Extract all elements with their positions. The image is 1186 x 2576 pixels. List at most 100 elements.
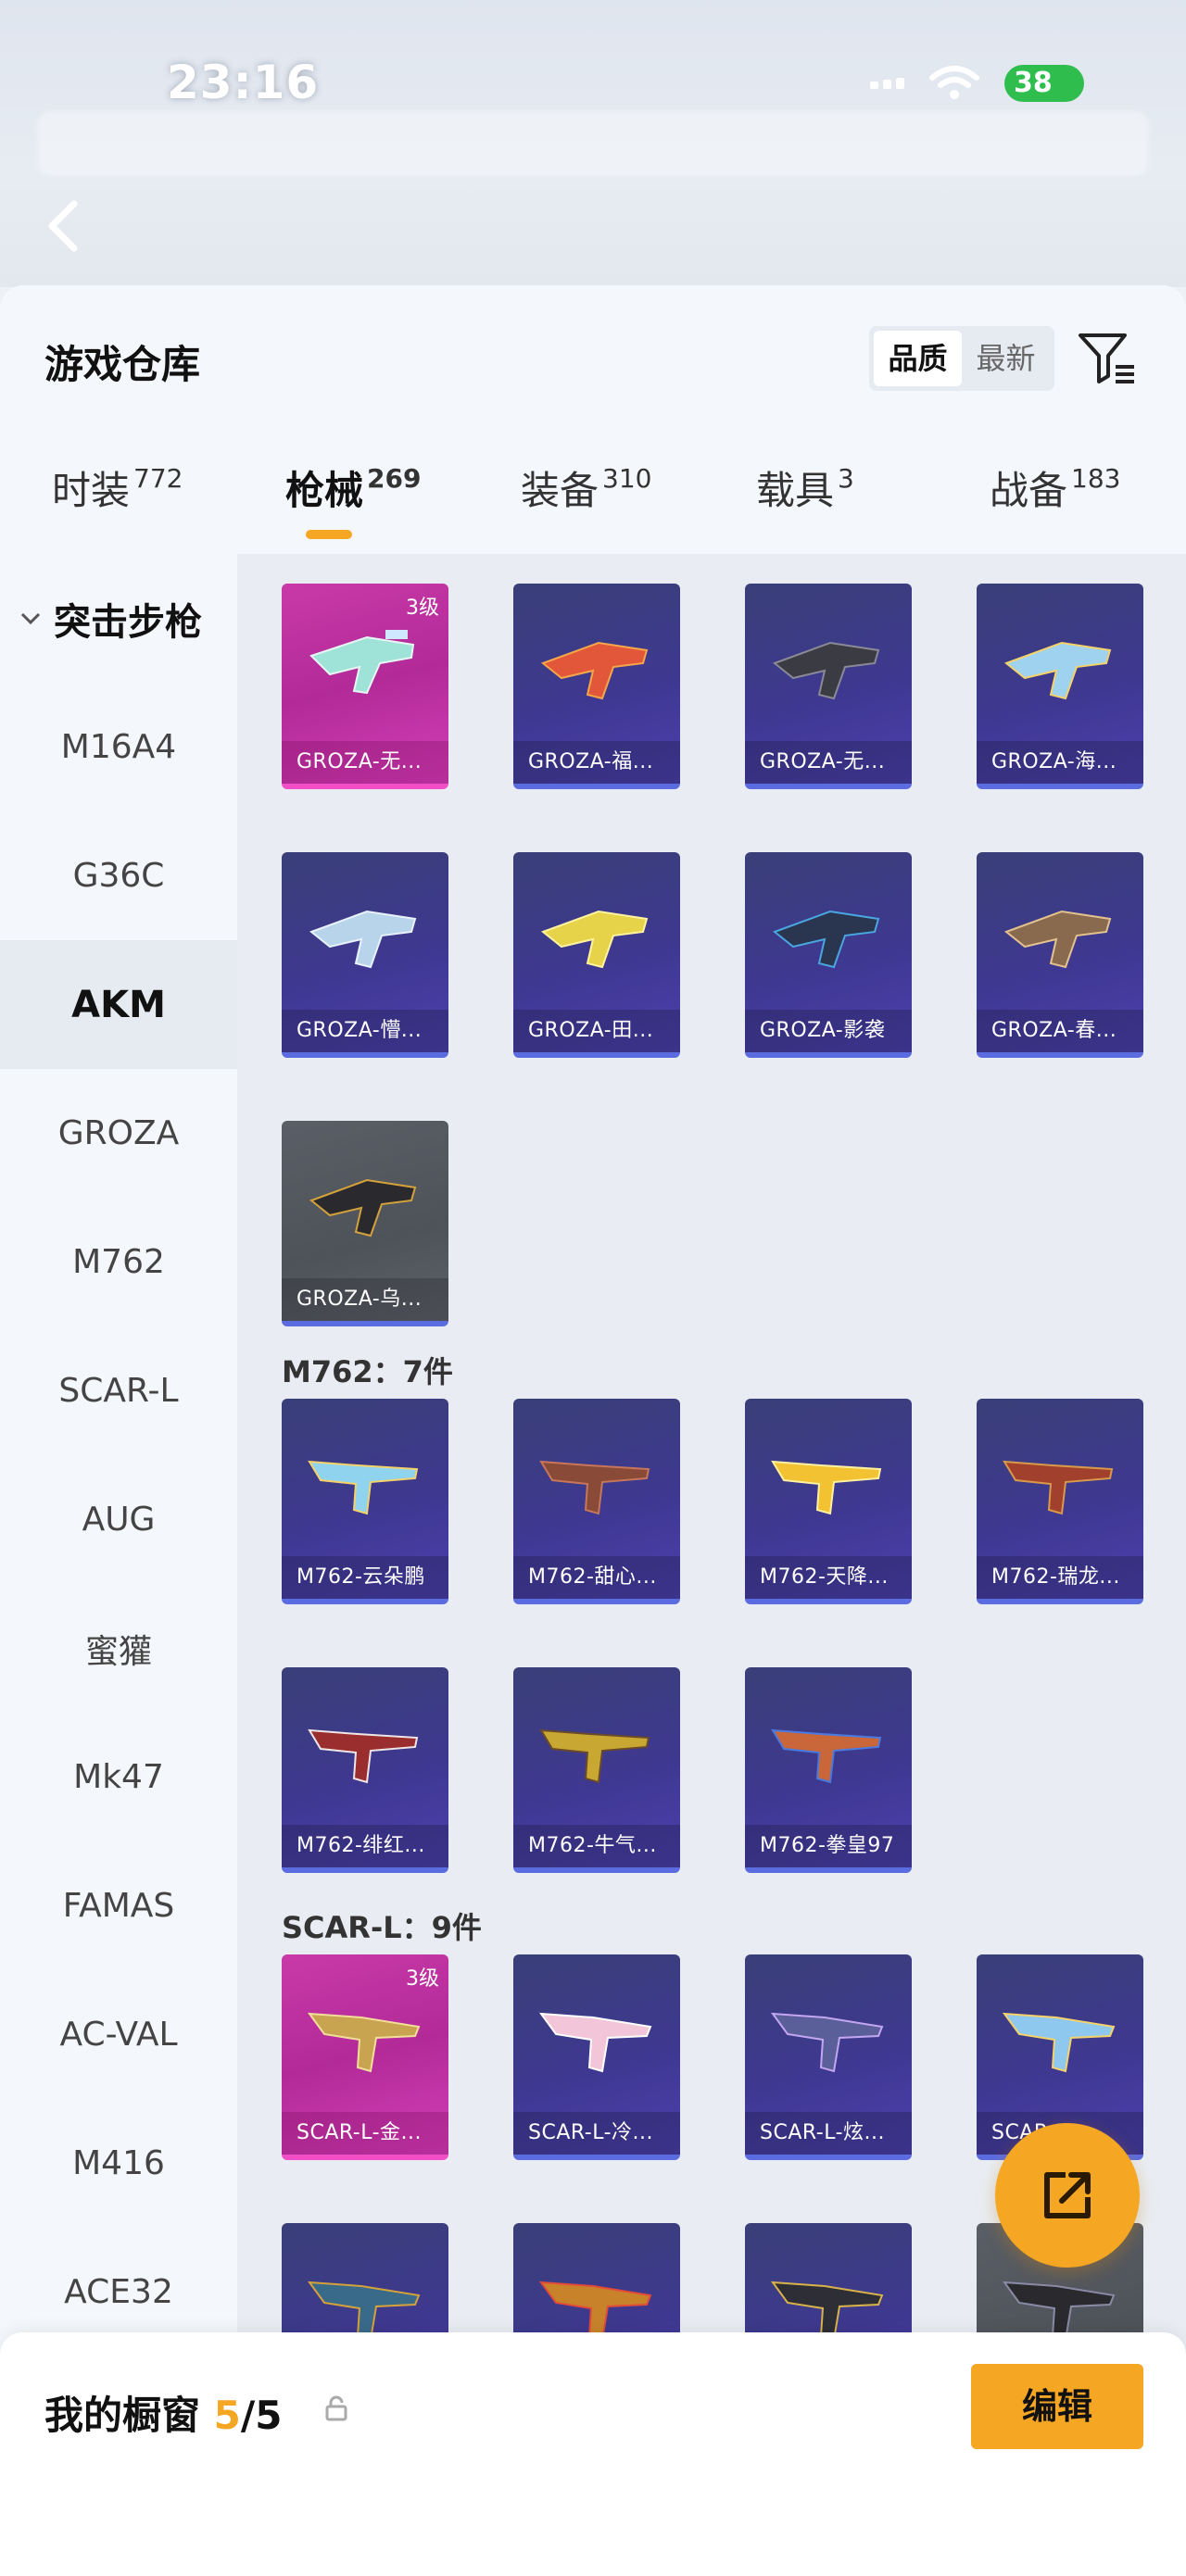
skin-name: M762-绯红... bbox=[282, 1825, 448, 1867]
skin-name: M762-拳皇97 bbox=[745, 1825, 912, 1867]
sheet-header: 游戏仓库 品质 最新 时装 772 枪械 269 装备 310 载具 3 战备 … bbox=[0, 285, 1186, 563]
skin-card[interactable]: GROZA-无... bbox=[745, 584, 912, 789]
tab-supplies[interactable]: 战备 183 bbox=[990, 459, 1120, 543]
status-area: 23:16 38 bbox=[0, 0, 1186, 287]
skin-card[interactable]: GROZA-春... bbox=[977, 852, 1143, 1058]
sidebar-item-honey-badger[interactable]: 蜜獾 bbox=[0, 1584, 237, 1713]
blurred-header-row bbox=[37, 111, 1149, 176]
showcase-title: 我的橱窗 bbox=[44, 2393, 201, 2438]
lock-icon bbox=[325, 2395, 347, 2421]
skin-card[interactable]: M762-牛气... bbox=[513, 1667, 680, 1873]
sidebar-item-aug[interactable]: AUG bbox=[0, 1455, 237, 1584]
skin-name: GROZA-田... bbox=[513, 1010, 680, 1052]
skin-card[interactable]: M762-绯红... bbox=[282, 1667, 448, 1873]
sidebar-item-famas[interactable]: FAMAS bbox=[0, 1841, 237, 1970]
status-icons: 38 bbox=[870, 65, 1084, 102]
skin-name: M762-瑞龙... bbox=[977, 1556, 1143, 1599]
skin-card[interactable]: M762-甜心... bbox=[513, 1399, 680, 1604]
sidebar-item-m416[interactable]: M416 bbox=[0, 2099, 237, 2228]
sidebar-item-m762[interactable]: M762 bbox=[0, 1198, 237, 1326]
tab-fashion[interactable]: 时装 772 bbox=[52, 459, 183, 543]
signal-icon bbox=[870, 78, 904, 89]
skin-name: GROZA-无... bbox=[282, 741, 448, 784]
sidebar-item-ac-val[interactable]: AC-VAL bbox=[0, 1970, 237, 2099]
sort-by-newest[interactable]: 最新 bbox=[962, 331, 1050, 386]
active-tab-indicator bbox=[306, 530, 352, 539]
gun-skin-icon bbox=[308, 1728, 419, 1784]
wifi-icon bbox=[929, 66, 979, 99]
edit-button[interactable]: 编辑 bbox=[971, 2364, 1143, 2449]
skin-name: GROZA-无... bbox=[745, 741, 912, 784]
skin-name: GROZA-懵... bbox=[282, 1010, 448, 1052]
page-title: 游戏仓库 bbox=[44, 342, 201, 387]
tab-vehicles[interactable]: 载具 3 bbox=[756, 459, 854, 543]
skin-name: GROZA-福... bbox=[513, 741, 680, 784]
gun-skin-icon bbox=[772, 910, 880, 969]
skin-card[interactable]: SCAR-L-冷... bbox=[513, 1954, 680, 2160]
skin-card[interactable]: SCAR-L-炫... bbox=[745, 1954, 912, 2160]
gun-skin-icon bbox=[309, 910, 417, 969]
gun-skin-icon bbox=[1003, 1460, 1114, 1515]
back-arrow-icon[interactable] bbox=[44, 198, 82, 254]
sort-by-quality[interactable]: 品质 bbox=[874, 331, 962, 386]
gun-skin-icon bbox=[539, 1460, 650, 1515]
skin-name: GROZA-春... bbox=[977, 1010, 1143, 1052]
skin-card[interactable]: M762-拳皇97 bbox=[745, 1667, 912, 1873]
sidebar-item-akm[interactable]: AKM bbox=[0, 940, 237, 1069]
skin-name: SCAR-L-冷... bbox=[513, 2112, 680, 2155]
showcase-count: 5/5 bbox=[214, 2393, 283, 2438]
skin-card[interactable]: 3级 SCAR-L-金... bbox=[282, 1954, 448, 2160]
skin-card[interactable]: GROZA-海... bbox=[977, 584, 1143, 789]
sort-toggle: 品质 最新 bbox=[869, 326, 1054, 391]
gun-skin-icon bbox=[1002, 2012, 1116, 2073]
skin-card[interactable]: GROZA-福... bbox=[513, 584, 680, 789]
level-badge: 3级 bbox=[406, 1967, 439, 1991]
gun-skin-icon bbox=[771, 1460, 882, 1515]
skin-card[interactable]: M762-云朵鹏 bbox=[282, 1399, 448, 1604]
tab-firearms[interactable]: 枪械 269 bbox=[285, 459, 421, 543]
gun-skin-icon bbox=[307, 2012, 421, 2073]
filter-icon[interactable] bbox=[1075, 326, 1140, 391]
sidebar-item-m16a4[interactable]: M16A4 bbox=[0, 683, 237, 811]
warehouse-sheet: 游戏仓库 品质 最新 时装 772 枪械 269 装备 310 载具 3 战备 … bbox=[0, 285, 1186, 2576]
gun-skin-icon bbox=[540, 910, 649, 969]
battery-indicator: 38 bbox=[1004, 65, 1084, 102]
gun-skin-icon bbox=[540, 641, 649, 700]
skin-card[interactable]: GROZA-田... bbox=[513, 852, 680, 1058]
tab-equipment[interactable]: 装备 310 bbox=[521, 459, 651, 543]
level-badge: 3级 bbox=[406, 597, 439, 620]
gun-skin-icon bbox=[1003, 641, 1112, 700]
skin-name: M762-天降... bbox=[745, 1556, 912, 1599]
showcase-label: 我的橱窗 5/5 bbox=[44, 2384, 282, 2441]
skin-card[interactable]: 3级 GROZA-无... bbox=[282, 584, 448, 789]
sidebar-group-assault-rifles[interactable]: 突击步枪 bbox=[0, 554, 237, 683]
skin-card[interactable]: GROZA-懵... bbox=[282, 852, 448, 1058]
gun-skin-icon bbox=[538, 2012, 652, 2073]
weapon-sidebar: 突击步枪 M16A4 G36C AKM GROZA M762 SCAR-L AU… bbox=[0, 554, 237, 2576]
skin-name: SCAR-L-炫... bbox=[745, 2112, 912, 2155]
gun-skin-icon bbox=[309, 1178, 417, 1238]
gun-skin-icon bbox=[309, 630, 415, 695]
share-button[interactable] bbox=[995, 2123, 1140, 2268]
skin-name: GROZA-影袭 bbox=[745, 1010, 912, 1052]
section-title-scar-l: SCAR-L：9件 bbox=[282, 1910, 482, 1945]
skin-card[interactable]: M762-天降... bbox=[745, 1399, 912, 1604]
sidebar-item-scar-l[interactable]: SCAR-L bbox=[0, 1326, 237, 1455]
skin-card[interactable]: M762-瑞龙... bbox=[977, 1399, 1143, 1604]
share-external-icon bbox=[1044, 2172, 1091, 2218]
gun-skin-icon bbox=[539, 1728, 650, 1784]
section-title-m762: M762：7件 bbox=[282, 1354, 453, 1389]
chevron-down-icon bbox=[20, 612, 41, 624]
gun-skin-icon bbox=[308, 1460, 419, 1515]
gun-skin-icon bbox=[771, 1728, 882, 1784]
skin-name: GROZA-乌... bbox=[282, 1278, 448, 1321]
showcase-bar: 我的橱窗 5/5 编辑 bbox=[0, 2332, 1186, 2576]
gun-skin-icon bbox=[772, 641, 880, 700]
sidebar-item-groza[interactable]: GROZA bbox=[0, 1069, 237, 1198]
status-time: 23:16 bbox=[167, 56, 320, 109]
sidebar-item-mk47[interactable]: Mk47 bbox=[0, 1713, 237, 1841]
skin-card[interactable]: GROZA-乌... bbox=[282, 1121, 448, 1326]
skin-card[interactable]: GROZA-影袭 bbox=[745, 852, 912, 1058]
skin-name: SCAR-L-金... bbox=[282, 2112, 448, 2155]
sidebar-item-g36c[interactable]: G36C bbox=[0, 811, 237, 940]
